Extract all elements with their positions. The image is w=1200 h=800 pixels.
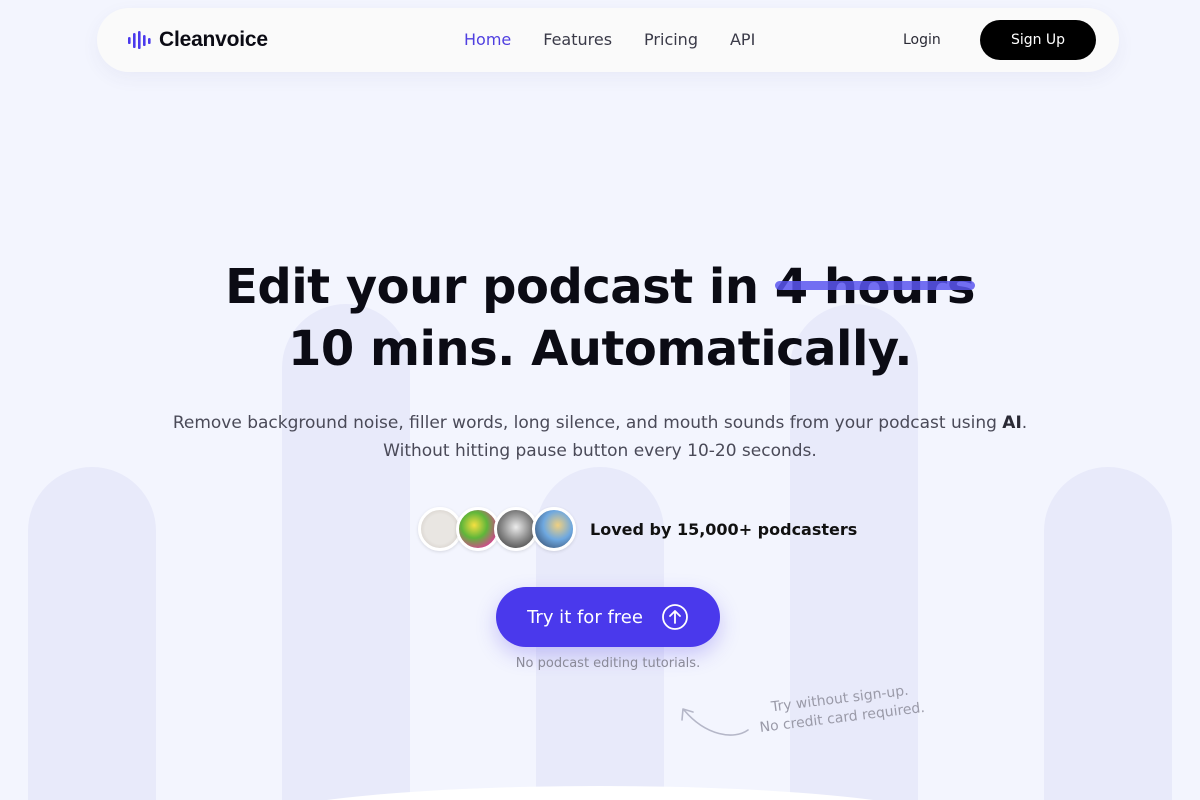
curved-arrow-icon [681, 708, 749, 736]
subtitle-line1: Remove background noise, filler words, l… [172, 413, 1003, 433]
subtitle-line2: Without hitting pause button every 10-20… [383, 441, 817, 461]
navbar: Cleanvoice Home Features Pricing API Log… [97, 8, 1119, 72]
arrow-up-circle-icon [662, 604, 688, 630]
nav-link-api[interactable]: API [730, 30, 755, 49]
background-pillar [1044, 467, 1172, 800]
soundwave-icon [128, 31, 151, 49]
hero-headline: Edit your podcast in 4 hours 10 mins. Au… [0, 256, 1200, 380]
nav-link-home[interactable]: Home [464, 30, 511, 49]
logo-link[interactable]: Cleanvoice [127, 28, 268, 52]
avatar [532, 507, 576, 551]
try-free-label: Try it for free [527, 606, 643, 628]
nav-links: Home Features Pricing API [464, 30, 755, 49]
cta-note: No podcast editing tutorials. [515, 656, 701, 671]
headline-prefix: Edit your podcast in [225, 259, 775, 315]
hero-subtitle: Remove background noise, filler words, l… [0, 409, 1200, 465]
nav-link-pricing[interactable]: Pricing [644, 30, 698, 49]
nav-link-features[interactable]: Features [543, 30, 612, 49]
avatar-stack [418, 507, 576, 551]
social-proof: Loved by 15,000+ podcasters [418, 507, 857, 551]
brand-name: Cleanvoice [159, 28, 268, 51]
subtitle-emphasis: AI [1002, 413, 1022, 433]
subtitle-end: . [1021, 413, 1028, 433]
try-free-button[interactable]: Try it for free [496, 587, 720, 647]
signup-button[interactable]: Sign Up [980, 20, 1096, 60]
headline-struck-text: 4 hours [774, 256, 975, 318]
social-proof-text: Loved by 15,000+ podcasters [590, 519, 858, 539]
headline-line2: 10 mins. Automatically. [287, 321, 913, 377]
login-link[interactable]: Login [903, 32, 941, 48]
background-pillar [28, 467, 156, 800]
